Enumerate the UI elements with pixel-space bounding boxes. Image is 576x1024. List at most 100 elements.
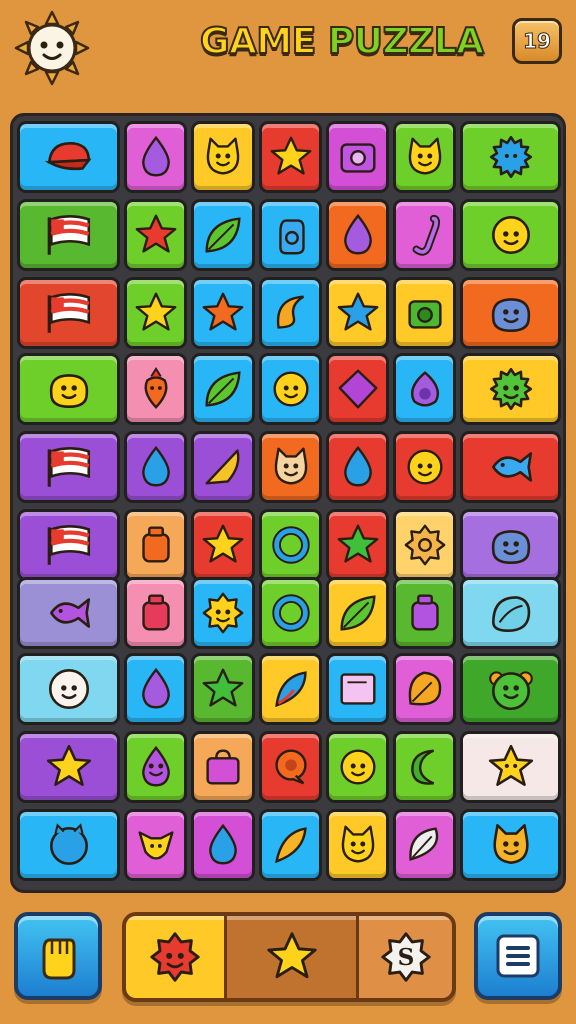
game-tile[interactable] bbox=[259, 731, 322, 803]
game-tile[interactable] bbox=[17, 577, 120, 649]
game-tile[interactable] bbox=[124, 277, 187, 349]
game-tile[interactable] bbox=[326, 121, 389, 193]
game-tile[interactable] bbox=[124, 653, 187, 725]
blue-hand-icon bbox=[278, 219, 305, 255]
yellow-face-icon bbox=[49, 374, 88, 408]
blue-fuzzball-icon bbox=[489, 135, 532, 179]
game-tile[interactable] bbox=[191, 577, 255, 649]
game-tile[interactable] bbox=[191, 809, 255, 881]
game-tile[interactable] bbox=[460, 121, 561, 193]
menu-button[interactable] bbox=[474, 912, 562, 1000]
game-tile[interactable] bbox=[191, 199, 255, 271]
game-tile[interactable] bbox=[326, 577, 389, 649]
board-row bbox=[13, 277, 563, 349]
game-tile[interactable] bbox=[191, 731, 255, 803]
game-tile[interactable] bbox=[460, 577, 561, 649]
game-tile[interactable] bbox=[17, 121, 120, 193]
game-tile[interactable] bbox=[326, 431, 389, 503]
game-tile[interactable] bbox=[460, 353, 561, 425]
game-tile[interactable] bbox=[460, 653, 561, 725]
purple-face-icon bbox=[141, 745, 170, 787]
game-tile[interactable] bbox=[460, 509, 561, 581]
game-tile[interactable] bbox=[259, 431, 322, 503]
game-tile[interactable] bbox=[17, 199, 120, 271]
powerup-slot[interactable]: S bbox=[356, 916, 452, 998]
game-tile[interactable] bbox=[393, 653, 456, 725]
powerup-bar: S bbox=[122, 912, 456, 1002]
cat-face-icon bbox=[274, 447, 307, 485]
game-tile[interactable] bbox=[326, 277, 389, 349]
game-tile[interactable] bbox=[124, 431, 187, 503]
game-tile[interactable] bbox=[393, 809, 456, 881]
game-tile[interactable] bbox=[393, 121, 456, 193]
powerup-slot[interactable] bbox=[126, 916, 224, 998]
fist-button[interactable] bbox=[14, 912, 102, 1000]
game-tile[interactable] bbox=[17, 353, 120, 425]
board-row bbox=[13, 577, 563, 649]
orange-sun-icon bbox=[404, 524, 445, 566]
game-tile[interactable] bbox=[326, 353, 389, 425]
game-tile[interactable] bbox=[393, 509, 456, 581]
game-tile[interactable] bbox=[259, 121, 322, 193]
game-tile[interactable] bbox=[460, 199, 561, 271]
game-tile[interactable] bbox=[460, 431, 561, 503]
sun-mascot-icon[interactable] bbox=[14, 10, 90, 86]
game-tile[interactable] bbox=[17, 431, 120, 503]
orange-leaf-icon bbox=[408, 671, 441, 706]
yellow-star-icon bbox=[202, 524, 244, 563]
game-tile[interactable] bbox=[259, 809, 322, 881]
game-tile[interactable] bbox=[393, 199, 456, 271]
game-tile[interactable] bbox=[393, 577, 456, 649]
red-flag-icon bbox=[47, 524, 90, 565]
game-tile[interactable] bbox=[17, 509, 120, 581]
orange-bubble-icon bbox=[274, 749, 307, 785]
blue-shell-icon bbox=[491, 596, 530, 632]
game-tile[interactable] bbox=[326, 653, 389, 725]
pink-card-icon bbox=[339, 673, 376, 705]
game-tile[interactable] bbox=[17, 653, 120, 725]
game-tile[interactable] bbox=[326, 731, 389, 803]
game-tile[interactable] bbox=[393, 731, 456, 803]
game-tile[interactable] bbox=[460, 277, 561, 349]
game-tile[interactable] bbox=[191, 653, 255, 725]
game-tile[interactable] bbox=[259, 353, 322, 425]
blue-ring-icon bbox=[271, 594, 310, 632]
game-tile[interactable] bbox=[326, 809, 389, 881]
green-leaf-icon bbox=[205, 371, 241, 407]
game-tile[interactable] bbox=[191, 353, 255, 425]
yellow-star-icon bbox=[266, 932, 317, 979]
game-tile[interactable] bbox=[259, 277, 322, 349]
game-tile[interactable] bbox=[259, 653, 322, 725]
blue-ring-icon bbox=[271, 526, 310, 564]
game-tile[interactable] bbox=[124, 809, 187, 881]
game-tile[interactable] bbox=[326, 509, 389, 581]
game-tile[interactable] bbox=[124, 199, 187, 271]
game-tile[interactable] bbox=[191, 509, 255, 581]
game-tile[interactable] bbox=[393, 353, 456, 425]
game-tile[interactable] bbox=[393, 431, 456, 503]
game-tile[interactable] bbox=[17, 731, 120, 803]
game-tile[interactable] bbox=[124, 353, 187, 425]
game-tile[interactable] bbox=[460, 731, 561, 803]
game-tile[interactable] bbox=[259, 577, 322, 649]
game-tile[interactable] bbox=[17, 277, 120, 349]
green-crescent-icon bbox=[410, 749, 434, 785]
powerup-slot[interactable] bbox=[224, 916, 356, 998]
game-tile[interactable] bbox=[124, 731, 187, 803]
game-tile[interactable] bbox=[191, 431, 255, 503]
game-tile[interactable] bbox=[124, 121, 187, 193]
game-tile[interactable] bbox=[124, 577, 187, 649]
game-tile[interactable] bbox=[124, 509, 187, 581]
game-tile[interactable] bbox=[259, 199, 322, 271]
game-tile[interactable] bbox=[460, 809, 561, 881]
yellow-star-icon bbox=[135, 292, 176, 331]
game-tile[interactable] bbox=[17, 809, 120, 881]
level-badge[interactable]: 19 bbox=[512, 18, 562, 64]
game-tile[interactable] bbox=[259, 509, 322, 581]
game-tile[interactable] bbox=[326, 199, 389, 271]
blue-cat-ball-icon bbox=[49, 823, 88, 866]
blue-blob-face-icon bbox=[491, 530, 530, 564]
game-tile[interactable] bbox=[191, 121, 255, 193]
game-tile[interactable] bbox=[393, 277, 456, 349]
game-tile[interactable] bbox=[191, 277, 255, 349]
